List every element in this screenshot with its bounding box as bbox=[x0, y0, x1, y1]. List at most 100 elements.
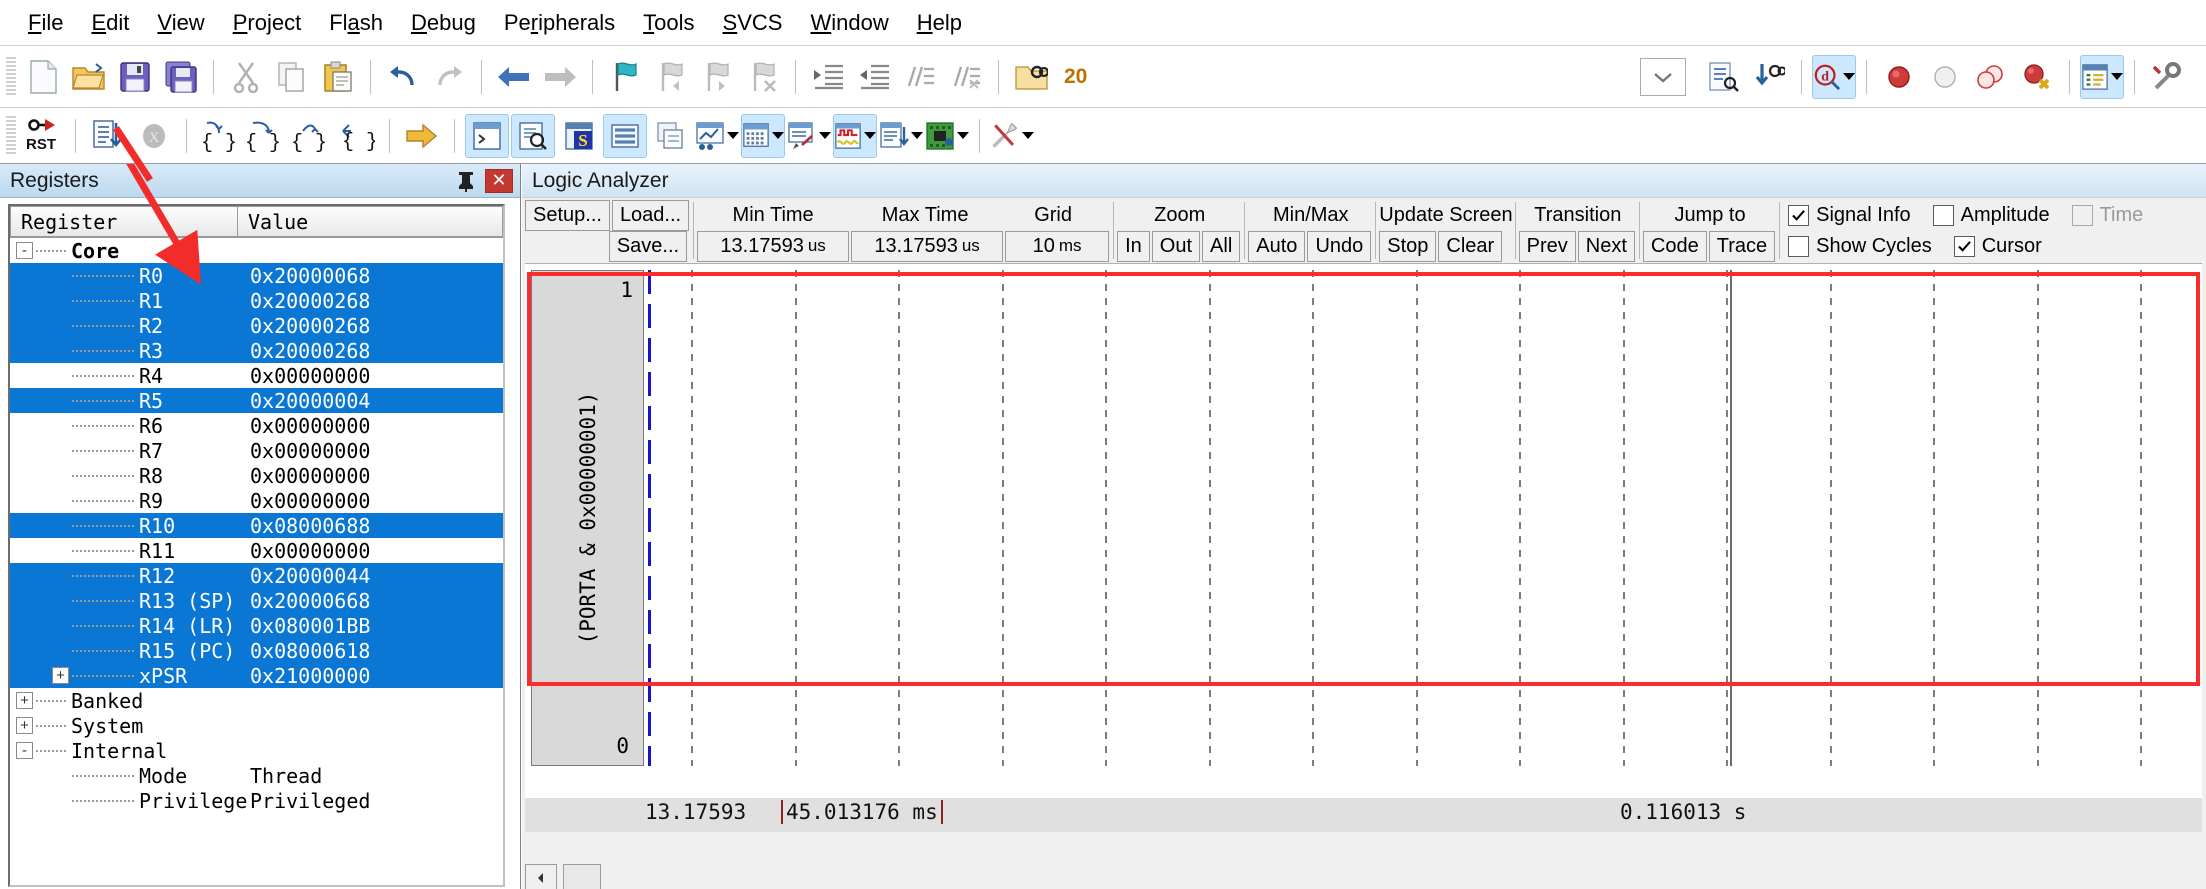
register-row[interactable]: R4 0x00000000 bbox=[10, 363, 503, 388]
step-out-icon[interactable]: { } bbox=[289, 114, 333, 158]
menu-item-peripherals[interactable]: Peripherals bbox=[490, 6, 629, 40]
register-row[interactable]: R5 0x20000004 bbox=[10, 388, 503, 413]
chevron-down-icon[interactable] bbox=[864, 132, 876, 139]
zoom-in-button[interactable]: In bbox=[1117, 230, 1150, 262]
save-button[interactable]: Save... bbox=[608, 230, 688, 262]
menu-item-edit[interactable]: Edit bbox=[77, 6, 143, 40]
manage-components-icon[interactable] bbox=[2080, 54, 2124, 99]
menu-item-svcs[interactable]: SVCS bbox=[709, 6, 797, 40]
save-icon[interactable] bbox=[113, 55, 157, 99]
register-row[interactable]: R6 0x00000000 bbox=[10, 413, 503, 438]
breakpoint-insert-icon[interactable] bbox=[1877, 55, 1921, 99]
grid-field[interactable]: 10 ms bbox=[1005, 230, 1110, 262]
register-row[interactable]: R13 (SP) 0x20000668 bbox=[10, 588, 503, 613]
chevron-down-icon[interactable] bbox=[911, 132, 923, 139]
find-in-files-icon[interactable] bbox=[1009, 55, 1053, 99]
transition-next-button[interactable]: Next bbox=[1577, 230, 1635, 262]
indent-icon[interactable] bbox=[806, 55, 850, 99]
max-time-field[interactable]: 13.17593 us bbox=[851, 230, 1004, 262]
register-row[interactable]: + Banked bbox=[10, 688, 503, 713]
register-row[interactable]: R0 0x20000068 bbox=[10, 263, 503, 288]
combo-dropdown[interactable] bbox=[1640, 57, 1686, 96]
setup-button[interactable]: Setup... bbox=[525, 199, 610, 231]
memory-windows-icon[interactable] bbox=[741, 113, 785, 158]
register-row[interactable]: R14 (LR) 0x080001BB bbox=[10, 613, 503, 638]
amplitude-checkbox-box[interactable] bbox=[1932, 204, 1954, 226]
redo-icon[interactable] bbox=[427, 55, 471, 99]
zoom-out-button[interactable]: Out bbox=[1151, 230, 1201, 262]
bookmark-next-icon[interactable] bbox=[695, 55, 739, 99]
update-clear-button[interactable]: Clear bbox=[1438, 230, 1503, 262]
register-row[interactable]: - Internal bbox=[10, 738, 503, 763]
tree-collapse-icon[interactable]: - bbox=[16, 242, 33, 259]
tree-expand-icon[interactable]: + bbox=[16, 692, 33, 709]
chevron-down-icon[interactable] bbox=[772, 132, 784, 139]
bookmark-toggle-icon[interactable] bbox=[603, 55, 647, 99]
undo-icon[interactable] bbox=[381, 55, 425, 99]
register-row[interactable]: + xPSR 0x21000000 bbox=[10, 663, 503, 688]
waveform-plot-area[interactable] bbox=[645, 270, 2200, 766]
debug-toolbar-grip[interactable] bbox=[6, 115, 16, 156]
menu-item-project[interactable]: Project bbox=[219, 6, 315, 40]
close-icon[interactable]: ✕ bbox=[485, 168, 513, 193]
register-row[interactable]: R9 0x00000000 bbox=[10, 488, 503, 513]
checkbox-signal-info[interactable]: Signal Info bbox=[1788, 204, 1911, 227]
command-window-icon[interactable] bbox=[465, 113, 509, 158]
show-next-statement-icon[interactable] bbox=[400, 114, 444, 158]
jump-trace-button[interactable]: Trace bbox=[1708, 230, 1776, 262]
jump-code-button[interactable]: Code bbox=[1642, 230, 1707, 262]
tree-expand-icon[interactable]: + bbox=[16, 717, 33, 734]
breakpoint-disable-all-icon[interactable] bbox=[1969, 55, 2013, 99]
chevron-down-icon[interactable] bbox=[727, 132, 739, 139]
build-settings-icon[interactable] bbox=[2145, 55, 2189, 99]
register-row[interactable]: R1 0x20000268 bbox=[10, 288, 503, 313]
chevron-down-icon[interactable] bbox=[1843, 73, 1855, 80]
start-debug-icon[interactable]: d bbox=[1812, 54, 1856, 99]
hscroll-thumb[interactable] bbox=[563, 864, 602, 889]
symbols-window-icon[interactable]: S bbox=[557, 114, 601, 158]
new-file-icon[interactable] bbox=[21, 55, 65, 99]
bookmark-clear-icon[interactable] bbox=[741, 55, 785, 99]
menu-item-flash[interactable]: Flash bbox=[315, 6, 397, 40]
registers-window-icon[interactable] bbox=[603, 113, 647, 158]
run-icon[interactable] bbox=[86, 114, 130, 158]
column-header-value[interactable]: Value bbox=[238, 206, 503, 237]
trace-windows-icon[interactable] bbox=[879, 114, 923, 158]
signal-info-checkbox-box[interactable] bbox=[1788, 204, 1810, 226]
load-button[interactable]: Load... bbox=[611, 199, 690, 231]
checkbox-amplitude[interactable]: Amplitude bbox=[1932, 204, 2050, 227]
uncomment-icon[interactable] bbox=[944, 55, 988, 99]
register-row[interactable]: R8 0x00000000 bbox=[10, 463, 503, 488]
register-row[interactable]: R2 0x20000268 bbox=[10, 313, 503, 338]
outdent-icon[interactable] bbox=[852, 55, 896, 99]
serial-windows-icon[interactable] bbox=[787, 114, 831, 158]
watch-windows-icon[interactable] bbox=[695, 114, 739, 158]
register-row[interactable]: R10 0x08000688 bbox=[10, 513, 503, 538]
menu-item-view[interactable]: View bbox=[143, 6, 218, 40]
waveform-hscrollbar[interactable] bbox=[525, 864, 2206, 889]
save-all-icon[interactable] bbox=[159, 55, 203, 99]
toolbar-number-field[interactable]: 20 bbox=[1064, 65, 1087, 89]
hscroll-left-button[interactable] bbox=[525, 864, 557, 889]
transition-prev-button[interactable]: Prev bbox=[1518, 230, 1576, 262]
chevron-down-icon[interactable] bbox=[2111, 73, 2123, 80]
register-row[interactable]: - Core bbox=[10, 238, 503, 263]
menu-item-file[interactable]: File bbox=[14, 6, 77, 40]
register-row[interactable]: R3 0x20000268 bbox=[10, 338, 503, 363]
menu-item-window[interactable]: Window bbox=[796, 6, 902, 40]
register-row[interactable]: R15 (PC) 0x08000618 bbox=[10, 638, 503, 663]
navigate-forward-icon[interactable] bbox=[538, 55, 582, 99]
chevron-down-icon[interactable] bbox=[819, 132, 831, 139]
register-row[interactable]: Privilege Privileged bbox=[10, 788, 503, 813]
run-to-cursor-icon[interactable]: { } bbox=[335, 114, 379, 158]
comment-icon[interactable] bbox=[898, 55, 942, 99]
tree-collapse-icon[interactable]: - bbox=[16, 742, 33, 759]
tree-expand-icon[interactable]: + bbox=[52, 667, 69, 684]
checkbox-cursor[interactable]: Cursor bbox=[1953, 235, 2042, 258]
menu-item-tools[interactable]: Tools bbox=[629, 6, 708, 40]
breakpoint-kill-all-icon[interactable] bbox=[2015, 55, 2059, 99]
step-over-icon[interactable]: { } bbox=[243, 114, 287, 158]
min-time-field[interactable]: 13.17593 us bbox=[697, 230, 850, 262]
call-stack-window-icon[interactable] bbox=[649, 114, 693, 158]
update-stop-button[interactable]: Stop bbox=[1379, 230, 1437, 262]
